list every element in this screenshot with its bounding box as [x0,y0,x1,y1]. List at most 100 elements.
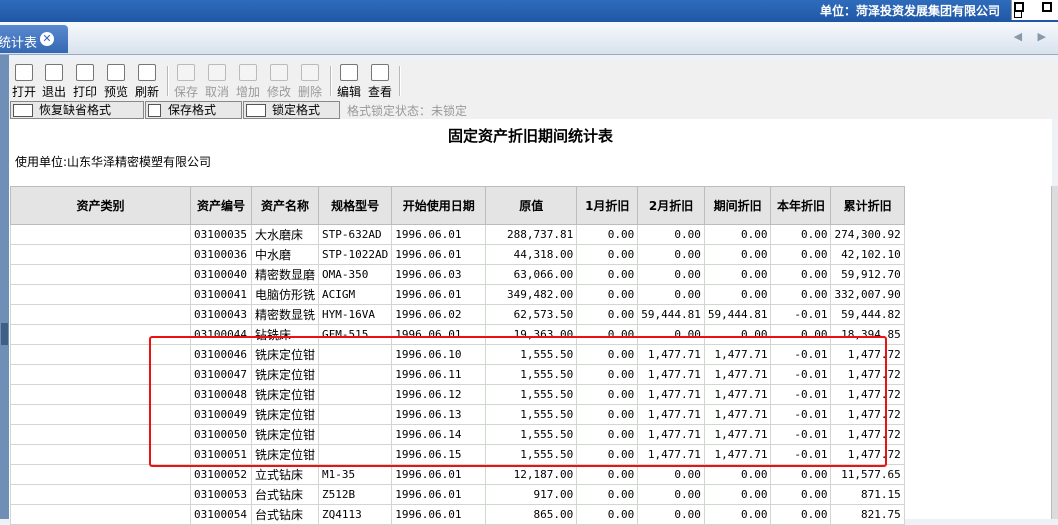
preview-button[interactable]: 预览 [103,64,129,99]
column-header[interactable]: 期间折旧 [703,186,772,225]
table-cell[interactable]: 0.00 [637,264,705,285]
restore-default-format-button[interactable]: 恢复缺省格式 [10,101,144,119]
table-cell[interactable]: 台式钻床 [250,504,320,525]
table-cell[interactable]: 0.00 [637,244,705,265]
open-button[interactable]: 打开 [11,64,37,99]
column-header[interactable]: 1月折旧 [576,186,639,225]
panel-collapse-handle[interactable] [1,323,8,345]
table-cell[interactable]: 917.00 [485,484,578,505]
table-cell[interactable]: 11,577.65 [830,464,905,485]
table-cell[interactable]: 03100054 [190,504,252,525]
table-cell[interactable]: 0.00 [770,284,832,305]
table-cell[interactable]: 42,102.10 [830,244,905,265]
refresh-button[interactable]: 刷新 [134,64,160,99]
column-header[interactable]: 资产编号 [190,186,252,225]
table-cell[interactable]: 0.00 [576,224,639,245]
table-cell[interactable]: 59,444.82 [830,304,905,325]
table-cell[interactable]: 电脑仿形铣 [250,284,320,305]
table-cell[interactable] [10,484,191,505]
table-cell[interactable]: 1996.06.03 [391,264,487,285]
table-cell[interactable]: 台式钻床 [250,484,320,505]
table-cell[interactable]: 0.00 [703,224,772,245]
exit-button[interactable]: 退出 [41,64,67,99]
lock-format-button[interactable]: 锁定格式 [243,101,340,119]
table-cell[interactable]: 0.00 [703,484,772,505]
tab-statistics-report[interactable]: 统计表 ✕ [0,25,68,53]
table-cell[interactable]: 03100035 [190,224,252,245]
table-row[interactable]: 03100052 立式钻床 M1-35 1996.06.01 12,187.00 0.00… [10,464,905,485]
table-cell[interactable]: Z512B [318,484,393,505]
table-cell[interactable]: STP-632AD [318,224,393,245]
table-cell[interactable]: 0.00 [770,244,832,265]
table-cell[interactable]: 1996.06.01 [391,244,487,265]
column-header[interactable]: 2月折旧 [637,186,705,225]
column-header[interactable]: 本年折旧 [770,186,832,225]
view-button[interactable]: 查看 [367,64,393,99]
table-cell[interactable]: 0.00 [637,224,705,245]
table-cell[interactable]: 0.00 [637,464,705,485]
table-cell[interactable]: 03100043 [190,304,252,325]
table-row[interactable]: 03100041 电脑仿形铣 ACIGM 1996.06.01 349,482.00 0.… [10,284,905,305]
table-cell[interactable]: 0.00 [637,284,705,305]
table-cell[interactable]: 59,912.70 [830,264,905,285]
table-row[interactable]: 03100036 中水磨 STP-1022AD 1996.06.01 44,318.00… [10,244,905,265]
table-row[interactable]: 03100054 台式钻床 ZQ4113 1996.06.01 865.00 0.00 0.… [10,504,905,525]
table-cell[interactable]: 62,573.50 [485,304,578,325]
table-cell[interactable] [10,464,191,485]
table-cell[interactable]: 59,444.81 [703,304,772,325]
table-cell[interactable]: 精密数显磨 [250,264,320,285]
table-cell[interactable]: 288,737.81 [485,224,578,245]
table-cell[interactable]: 63,066.00 [485,264,578,285]
vertical-scrollbar[interactable] [1051,186,1058,519]
table-cell[interactable] [10,264,191,285]
table-cell[interactable]: 871.15 [830,484,905,505]
table-cell[interactable]: 1996.06.01 [391,224,487,245]
table-cell[interactable]: 0.00 [576,484,639,505]
save-format-button[interactable]: 保存格式 [145,101,242,119]
table-cell[interactable]: 精密数显铣 [250,304,320,325]
print-button[interactable]: 打印 [72,64,98,99]
table-cell[interactable] [10,224,191,245]
table-cell[interactable]: 中水磨 [250,244,320,265]
edit-record-button[interactable]: 修改 [266,64,292,99]
close-icon[interactable]: ✕ [40,32,54,46]
table-cell[interactable]: 0.00 [637,504,705,525]
delete-button[interactable]: 删除 [297,64,323,99]
table-cell[interactable]: 0.00 [770,484,832,505]
table-cell[interactable]: 332,007.90 [830,284,905,305]
table-cell[interactable]: 0.00 [770,264,832,285]
table-cell[interactable]: 03100041 [190,284,252,305]
table-cell[interactable]: 1996.06.02 [391,304,487,325]
table-cell[interactable]: 0.00 [770,464,832,485]
table-cell[interactable]: M1-35 [318,464,393,485]
table-cell[interactable]: 03100053 [190,484,252,505]
table-cell[interactable]: 03100036 [190,244,252,265]
table-cell[interactable]: 865.00 [485,504,578,525]
column-header[interactable]: 开始使用日期 [391,186,487,225]
table-cell[interactable]: 0.00 [703,284,772,305]
column-header[interactable]: 规格型号 [318,186,393,225]
table-row[interactable]: 03100035 大水磨床 STP-632AD 1996.06.01 288,737.8… [10,224,905,245]
add-button[interactable]: 增加 [235,64,261,99]
table-cell[interactable]: 立式钻床 [250,464,320,485]
table-cell[interactable] [10,284,191,305]
table-cell[interactable]: 59,444.81 [637,304,705,325]
table-row[interactable]: 03100053 台式钻床 Z512B 1996.06.01 917.00 0.00 0.0… [10,484,905,505]
table-cell[interactable]: 12,187.00 [485,464,578,485]
table-cell[interactable]: 1996.06.01 [391,504,487,525]
table-cell[interactable]: STP-1022AD [318,244,393,265]
table-cell[interactable]: 821.75 [830,504,905,525]
table-cell[interactable]: 大水磨床 [250,224,320,245]
table-cell[interactable]: 349,482.00 [485,284,578,305]
column-header[interactable]: 资产名称 [250,186,320,225]
table-cell[interactable]: ACIGM [318,284,393,305]
table-cell[interactable]: 0.00 [576,264,639,285]
table-cell[interactable]: 03100040 [190,264,252,285]
table-cell[interactable]: -0.01 [770,304,832,325]
table-cell[interactable] [10,504,191,525]
edit-button[interactable]: 编辑 [336,64,362,99]
table-cell[interactable]: 44,318.00 [485,244,578,265]
table-cell[interactable]: 274,300.92 [830,224,905,245]
table-cell[interactable]: 0.00 [703,464,772,485]
table-cell[interactable]: 0.00 [703,244,772,265]
